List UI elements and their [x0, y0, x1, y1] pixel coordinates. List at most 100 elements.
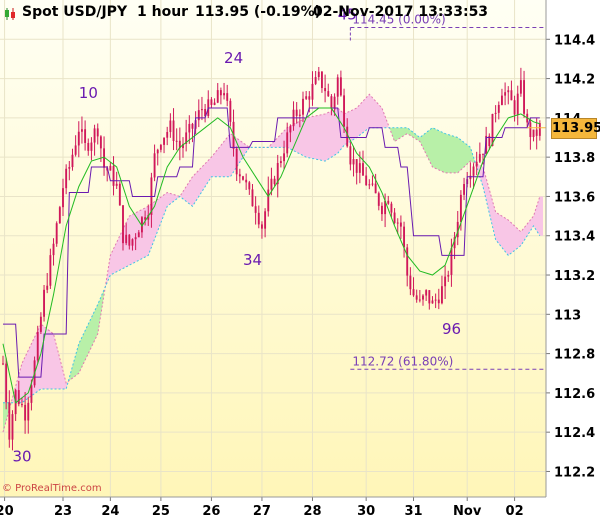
- candle-body: [264, 211, 267, 229]
- candle-body: [191, 123, 194, 129]
- candle-body: [254, 206, 257, 213]
- timeframe: 1 hour: [137, 4, 189, 20]
- candle-body: [295, 109, 298, 116]
- x-tick-label: 25: [152, 504, 170, 519]
- current-price-tag: 113.95: [551, 117, 600, 139]
- candle-body: [226, 93, 229, 101]
- candle-body: [393, 212, 396, 223]
- candle-body: [349, 146, 352, 165]
- candle-body: [125, 234, 128, 244]
- candle-body: [273, 178, 276, 185]
- candle-body: [128, 234, 131, 246]
- candle-body: [188, 123, 191, 133]
- price-chart: 114.45 (0.00%)112.72 (61.80%) 3010243445…: [0, 0, 600, 519]
- wave-label: 96: [442, 320, 461, 338]
- candle-body: [134, 237, 137, 240]
- candle-body: [305, 96, 308, 99]
- x-tick-label: 31: [404, 504, 422, 519]
- x-tick-label: 30: [357, 504, 375, 519]
- x-tick-label: 24: [101, 504, 119, 519]
- candle-body: [43, 289, 45, 317]
- candle-body: [497, 104, 500, 113]
- candle-body: [523, 80, 525, 114]
- y-tick-label: 114.4: [554, 33, 595, 48]
- wave-label: 10: [79, 84, 98, 102]
- candle-body: [62, 188, 64, 208]
- candle-body: [336, 77, 339, 97]
- candle-body: [68, 167, 71, 169]
- candle-body: [339, 77, 342, 96]
- candle-body: [131, 239, 134, 246]
- candlestick-icon: [5, 8, 15, 20]
- candle-body: [11, 414, 14, 440]
- candle-body: [412, 289, 415, 296]
- candle-body: [65, 168, 68, 189]
- candle-body: [74, 145, 77, 155]
- candle-body: [390, 203, 393, 213]
- y-tick-label: 113.2: [554, 269, 595, 284]
- y-tick-label: 113: [554, 308, 581, 323]
- candle-body: [210, 99, 213, 105]
- candle-body: [321, 71, 323, 89]
- candle-body: [159, 144, 162, 150]
- candle-body: [298, 114, 301, 116]
- candle-body: [169, 120, 172, 133]
- candle-body: [513, 100, 516, 115]
- candle-body: [2, 363, 4, 365]
- candle-body: [365, 175, 368, 186]
- x-tick-label: 02: [506, 504, 524, 519]
- candle-body: [84, 129, 87, 143]
- candle-body: [52, 243, 55, 256]
- candle-body: [156, 149, 159, 154]
- candle-body: [235, 148, 238, 175]
- candle-body: [197, 110, 200, 121]
- x-tick-label: 20: [0, 504, 14, 519]
- candle-body: [501, 95, 503, 105]
- candle-body: [5, 363, 8, 403]
- candle-body: [172, 120, 175, 141]
- candle-body: [450, 248, 453, 275]
- candle-body: [343, 95, 345, 127]
- candle-body: [81, 129, 83, 132]
- candle-body: [399, 222, 402, 227]
- y-tick-label: 113.6: [554, 190, 595, 205]
- candle-body: [381, 205, 383, 215]
- candle-body: [261, 224, 263, 229]
- candle-body: [437, 299, 440, 304]
- candle-body: [308, 96, 311, 100]
- candle-body: [387, 200, 390, 204]
- candle-body: [519, 80, 522, 94]
- candle-body: [30, 385, 33, 403]
- candle-body: [403, 226, 405, 248]
- candle-body: [472, 166, 475, 176]
- candle-body: [49, 255, 52, 286]
- y-tick-label: 112.2: [554, 465, 595, 480]
- candle-body: [510, 90, 513, 101]
- candle-body: [153, 153, 156, 178]
- candle-body: [77, 131, 80, 146]
- datetime: 02-Nov-2017 13:33:53: [313, 4, 489, 20]
- candle-body: [396, 222, 399, 224]
- candle-body: [8, 402, 11, 440]
- y-tick-label: 113.8: [554, 151, 595, 166]
- candle-body: [444, 276, 447, 287]
- candle-body: [317, 71, 320, 78]
- candle-body: [115, 183, 118, 186]
- candle-body: [425, 290, 428, 296]
- instrument-name: Spot USD/JPY: [22, 4, 128, 20]
- x-tick-label: 27: [253, 504, 271, 519]
- candle-body: [362, 163, 364, 176]
- fib-level-label: 112.72 (61.80%): [352, 354, 453, 368]
- x-tick-label: 26: [202, 504, 220, 519]
- candle-body: [431, 300, 434, 304]
- candle-body: [314, 77, 317, 84]
- candle-body: [478, 154, 481, 162]
- candle-body: [374, 183, 377, 194]
- candle-body: [422, 295, 424, 300]
- candle-body: [535, 129, 538, 136]
- candle-body: [245, 179, 248, 183]
- wave-label: 30: [12, 448, 31, 466]
- candle-body: [93, 128, 96, 143]
- candle-body: [267, 189, 270, 212]
- y-tick-label: 112.4: [554, 426, 595, 441]
